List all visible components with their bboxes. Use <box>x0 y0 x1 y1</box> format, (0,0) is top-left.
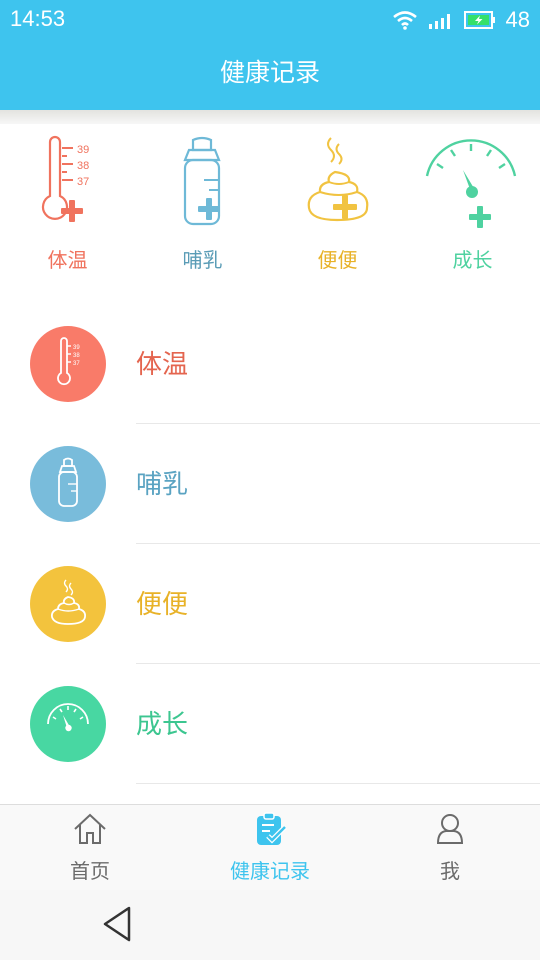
records-list: 39 38 37 体温 哺乳 便便 成长 <box>0 304 540 804</box>
list-label-temperature: 体温 <box>136 350 189 380</box>
circle-tick-38: 38 <box>73 353 80 359</box>
tab-label-me: 我 <box>440 859 460 883</box>
circle-tick-39: 39 <box>73 345 80 351</box>
page-title: 健康记录 <box>219 58 320 87</box>
status-bar: 14:53 48 <box>0 0 540 40</box>
list-label-growth: 成长 <box>136 710 189 740</box>
divider <box>136 783 540 784</box>
bottle-add-icon <box>183 136 221 226</box>
tick-38: 38 <box>77 160 89 172</box>
bottom-tab-bar: 首页 健康记录 我 <box>0 804 540 891</box>
tab-me[interactable]: 我 <box>360 805 540 891</box>
battery-level: 48 <box>505 7 530 32</box>
feeding-circle <box>30 446 106 522</box>
system-nav-bar <box>0 890 540 960</box>
tab-health-records[interactable]: 健康记录 <box>180 805 360 891</box>
poop-add-icon <box>307 137 369 222</box>
quick-add-temperature[interactable]: 39 38 37 体温 <box>0 124 135 304</box>
wifi-icon <box>392 11 417 30</box>
list-label-feeding: 哺乳 <box>136 470 189 500</box>
app-header: 健康记录 <box>0 40 540 110</box>
tick-37: 37 <box>77 176 89 188</box>
person-icon <box>436 814 464 844</box>
gauge-icon <box>47 703 89 732</box>
quick-label-temperature: 体温 <box>47 248 88 272</box>
bottle-icon <box>58 457 78 507</box>
growth-circle <box>30 686 106 762</box>
clipboard-icon <box>257 812 287 845</box>
tick-39: 39 <box>77 144 89 156</box>
list-item-feeding[interactable]: 哺乳 <box>0 424 540 544</box>
list-item-temperature[interactable]: 39 38 37 体温 <box>0 304 540 424</box>
quick-add-feeding[interactable]: 哺乳 <box>135 124 270 304</box>
status-time: 14:53 <box>10 6 66 31</box>
quick-label-feeding: 哺乳 <box>182 248 223 272</box>
status-icons: 48 <box>392 6 530 34</box>
list-item-growth[interactable]: 成长 <box>0 664 540 784</box>
quick-add-poop[interactable]: 便便 <box>270 124 405 304</box>
signal-icon <box>428 14 450 29</box>
header-shadow <box>0 110 540 124</box>
gauge-add-icon <box>425 139 517 228</box>
tab-label-home: 首页 <box>70 859 110 883</box>
circle-tick-37: 37 <box>73 361 80 367</box>
thermometer-add-icon: 39 38 37 <box>41 135 89 222</box>
quick-label-poop: 便便 <box>317 248 358 272</box>
quick-add-growth[interactable]: 成长 <box>405 124 540 304</box>
tab-label-health-records: 健康记录 <box>230 859 310 883</box>
poop-icon <box>50 579 87 625</box>
quick-label-growth: 成长 <box>452 248 493 272</box>
battery-icon <box>463 11 495 29</box>
back-triangle-icon[interactable] <box>100 904 134 944</box>
list-item-poop[interactable]: 便便 <box>0 544 540 664</box>
tab-home[interactable]: 首页 <box>0 805 180 891</box>
home-icon <box>74 813 106 844</box>
quick-add-row: 39 38 37 体温 哺乳 便便 成长 <box>0 124 540 305</box>
temperature-circle: 39 38 37 <box>30 326 106 402</box>
poop-circle <box>30 566 106 642</box>
list-label-poop: 便便 <box>136 590 189 620</box>
thermometer-icon: 39 38 37 <box>57 337 80 386</box>
